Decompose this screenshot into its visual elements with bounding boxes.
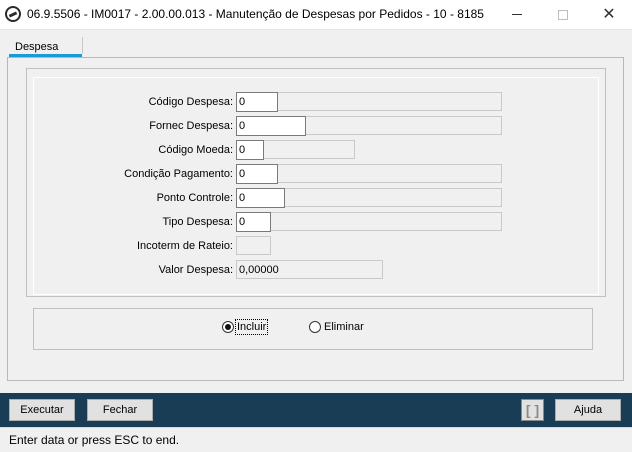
condicao-pagamento-label: Condição Pagamento:	[124, 168, 233, 180]
close-button[interactable]: ✕	[586, 0, 632, 29]
incoterm-rateio-field	[236, 236, 271, 255]
tipo-despesa-input[interactable]: 0	[236, 212, 271, 232]
tab-separator	[82, 37, 83, 54]
ponto-controle-input[interactable]: 0	[236, 188, 285, 208]
radio-incluir[interactable]: Incluir	[222, 319, 269, 335]
status-message: Enter data or press ESC to end.	[9, 433, 180, 447]
executar-button-label: Executar	[20, 404, 64, 416]
tab-despesa[interactable]: Despesa	[9, 37, 84, 57]
codigo-moeda-input[interactable]: 0	[236, 140, 264, 160]
bottom-toolbar: Executar Fechar [ ] Ajuda	[0, 393, 632, 427]
radio-eliminar[interactable]: Eliminar	[309, 321, 364, 333]
valor-despesa-field: 0,00000	[236, 260, 383, 279]
fornec-despesa-label: Fornec Despesa:	[149, 120, 233, 132]
radio-unselected-icon	[309, 321, 321, 333]
ponto-controle-label: Ponto Controle:	[156, 192, 233, 204]
codigo-moeda-label: Código Moeda:	[158, 144, 233, 156]
grip-icon[interactable]: [ ]	[521, 399, 544, 421]
codigo-despesa-input[interactable]: 0	[236, 92, 278, 112]
title-bar: 06.9.5506 - IM0017 - 2.00.00.013 - Manut…	[0, 0, 632, 30]
fechar-button[interactable]: Fechar	[87, 399, 153, 421]
minimize-icon	[512, 14, 522, 15]
condicao-pagamento-input[interactable]: 0	[236, 164, 278, 184]
fornec-despesa-input[interactable]: 0	[236, 116, 306, 136]
minimize-button[interactable]	[494, 0, 540, 29]
tipo-despesa-label: Tipo Despesa:	[162, 216, 233, 228]
ajuda-button-label: Ajuda	[573, 404, 603, 416]
tipo-despesa-description	[236, 212, 502, 231]
executar-button[interactable]: Executar	[9, 399, 75, 421]
incoterm-rateio-label: Incoterm de Rateio:	[137, 240, 233, 252]
ajuda-button[interactable]: Ajuda	[555, 399, 621, 421]
radio-eliminar-label: Eliminar	[324, 321, 364, 333]
radio-selected-icon	[222, 321, 234, 333]
maximize-icon	[558, 9, 568, 20]
radio-incluir-label: Incluir	[234, 319, 269, 335]
tab-despesa-label: Despesa	[15, 41, 59, 53]
fechar-button-label: Fechar	[102, 404, 138, 416]
codigo-despesa-label: Código Despesa:	[148, 96, 233, 108]
maximize-button[interactable]	[540, 0, 586, 29]
valor-despesa-label: Valor Despesa:	[158, 264, 233, 276]
close-icon: ✕	[602, 5, 616, 23]
status-bar: Enter data or press ESC to end.	[0, 427, 632, 452]
window-title: 06.9.5506 - IM0017 - 2.00.00.013 - Manut…	[27, 7, 484, 21]
app-icon	[5, 6, 21, 22]
